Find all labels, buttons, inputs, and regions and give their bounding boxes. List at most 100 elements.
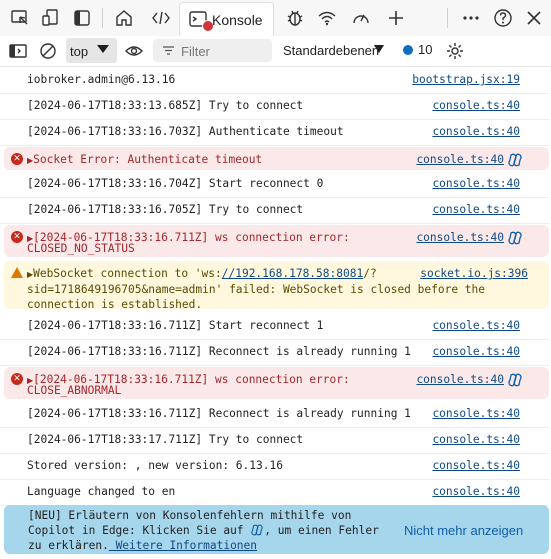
chevron-down-icon <box>97 45 109 53</box>
console-message: [2024-06-17T18:33:17.711Z] Try to connec… <box>0 427 549 454</box>
filter-input[interactable]: Filter <box>153 39 272 62</box>
source-link[interactable]: console.ts:40 <box>416 372 504 388</box>
help-button[interactable] <box>489 4 517 32</box>
context-selector-label: top <box>70 44 89 59</box>
banner-line-text: zu erklären. <box>28 539 109 552</box>
console-message: iobroker.admin@6.13.16 bootstrap.jsx:19 <box>0 67 549 94</box>
close-icon <box>527 11 541 25</box>
learn-more-link[interactable]: Weitere Informationen <box>109 539 257 552</box>
context-selector[interactable]: top <box>66 38 117 63</box>
inspect-element-button[interactable] <box>6 4 34 32</box>
console-message: [2024-06-17T18:33:16.705Z] Try to connec… <box>0 197 549 224</box>
copilot-explain-icon[interactable] <box>508 373 522 387</box>
eye-icon <box>125 46 143 56</box>
message-text: [2024-06-17T18:33:16.711Z] Start reconne… <box>27 319 324 332</box>
source-link[interactable]: console.ts:40 <box>432 98 520 114</box>
tab-divider <box>102 8 103 28</box>
tab-performance[interactable] <box>347 4 375 32</box>
websocket-url-link[interactable]: //192.168.178.58:8081 <box>222 267 363 280</box>
source-link[interactable]: console.ts:40 <box>432 344 520 360</box>
banner-line-text: , um einen Fehler <box>264 524 379 537</box>
banner-line: Copilot in Edge: Klicken Sie auf , um ei… <box>28 523 388 538</box>
source-link[interactable]: console.ts:40 <box>416 230 504 246</box>
message-text: Language changed to en <box>27 485 176 498</box>
home-icon <box>116 10 132 26</box>
more-tools-button[interactable] <box>382 4 410 32</box>
message-text: CLOSED_NO_STATUS <box>27 242 135 255</box>
console-message: Language changed to en console.ts:40 <box>0 479 549 506</box>
error-icon: ✕ <box>11 231 23 243</box>
message-text: sid=1718649196705&name=admin' failed: We… <box>27 283 486 296</box>
info-icon <box>403 45 413 55</box>
tab-console-label: Konsole <box>212 12 263 28</box>
copilot-icon <box>251 524 263 536</box>
help-icon <box>494 9 512 27</box>
message-text: Socket Error: Authenticate timeout <box>33 153 263 166</box>
copilot-explain-icon[interactable] <box>508 153 522 167</box>
source-link[interactable]: console.ts:40 <box>432 484 520 500</box>
source-link[interactable]: bootstrap.jsx:19 <box>412 72 520 88</box>
console-message: [2024-06-17T18:33:16.711Z] Reconnect is … <box>0 401 549 428</box>
tab-divider <box>447 8 448 28</box>
banner-line-text: Copilot in Edge: Klicken Sie auf <box>28 524 244 537</box>
message-text: WebSocket connection to 'ws: <box>33 267 222 280</box>
source-link[interactable]: console.ts:40 <box>432 432 520 448</box>
source-link[interactable]: socket.io.js:396 <box>420 266 528 282</box>
message-text: [2024-06-17T18:33:16.704Z] Start reconne… <box>27 177 324 190</box>
banner-line: zu erklären. Weitere Informationen <box>28 538 388 553</box>
clear-icon <box>40 43 56 59</box>
message-text: [2024-06-17T18:33:13.685Z] Try to connec… <box>27 99 304 112</box>
message-text: Stored version: , new version: 6.13.16 <box>27 459 283 472</box>
message-text: [2024-06-17T18:33:16.703Z] Authenticate … <box>27 125 344 138</box>
bug-icon <box>287 10 303 26</box>
tab-welcome[interactable] <box>110 4 138 32</box>
source-link[interactable]: console.ts:40 <box>432 458 520 474</box>
plus-icon <box>389 11 403 25</box>
copilot-info-banner: [NEU] Erläutern von Konsolenfehlern mith… <box>4 505 549 554</box>
issues-counter[interactable]: 10 <box>403 42 432 57</box>
console-error: ✕ ▶[2024-06-17T18:33:16.711Z] ws connect… <box>4 367 549 399</box>
tab-console[interactable]: Konsole <box>179 2 274 37</box>
source-link[interactable]: console.ts:40 <box>432 406 520 422</box>
source-link[interactable]: console.ts:40 <box>432 124 520 140</box>
message-text: iobroker.admin@6.13.16 <box>27 73 176 86</box>
console-message: [2024-06-17T18:33:13.685Z] Try to connec… <box>0 93 549 120</box>
tab-network[interactable] <box>313 4 341 32</box>
message-text: connection is established. <box>27 298 203 311</box>
message-line: ▶Socket Error: Authenticate timeout <box>27 152 262 169</box>
close-devtools-button[interactable] <box>520 4 548 32</box>
source-link[interactable]: console.ts:40 <box>432 318 520 334</box>
live-expression-button[interactable] <box>120 37 148 65</box>
device-toolbar-button[interactable] <box>37 4 65 32</box>
copilot-explain-icon[interactable] <box>508 231 522 245</box>
dock-side-button[interactable] <box>68 4 96 32</box>
source-link[interactable]: console.ts:40 <box>432 176 520 192</box>
dont-show-again-button[interactable]: Nicht mehr anzeigen <box>404 523 523 538</box>
clear-console-button[interactable] <box>34 37 62 65</box>
message-line: ▶WebSocket connection to 'ws://192.168.1… <box>27 266 377 283</box>
error-icon: ✕ <box>11 153 23 165</box>
message-text: [2024-06-17T18:33:17.711Z] Try to connec… <box>27 433 304 446</box>
wifi-icon <box>318 11 336 26</box>
show-sidebar-icon <box>9 44 27 58</box>
customize-button[interactable] <box>457 4 485 32</box>
console-error: ✕ ▶[2024-06-17T18:33:16.711Z] ws connect… <box>4 225 549 257</box>
console-message: [2024-06-17T18:33:16.711Z] Reconnect is … <box>0 339 549 366</box>
code-icon <box>152 11 170 25</box>
message-text: [2024-06-17T18:33:16.711Z] Reconnect is … <box>27 407 411 420</box>
inspect-icon <box>11 10 28 25</box>
filter-placeholder: Filter <box>181 44 210 59</box>
source-link[interactable]: console.ts:40 <box>416 152 504 168</box>
console-sidebar-button[interactable] <box>4 37 32 65</box>
source-link[interactable]: console.ts:40 <box>432 202 520 218</box>
filter-icon <box>163 46 174 55</box>
devtools-tab-bar: Konsole <box>0 0 551 37</box>
console-message: [2024-06-17T18:33:16.704Z] Start reconne… <box>0 171 549 198</box>
log-levels-dropdown[interactable]: Standardebenen <box>283 43 379 58</box>
message-text: CLOSE_ABNORMAL <box>27 384 122 397</box>
console-message: [2024-06-17T18:33:16.711Z] Start reconne… <box>0 313 549 340</box>
tab-elements[interactable] <box>147 4 175 32</box>
more-horizontal-icon <box>463 16 479 20</box>
console-settings-button[interactable] <box>441 37 469 65</box>
tab-sources[interactable] <box>281 4 309 32</box>
